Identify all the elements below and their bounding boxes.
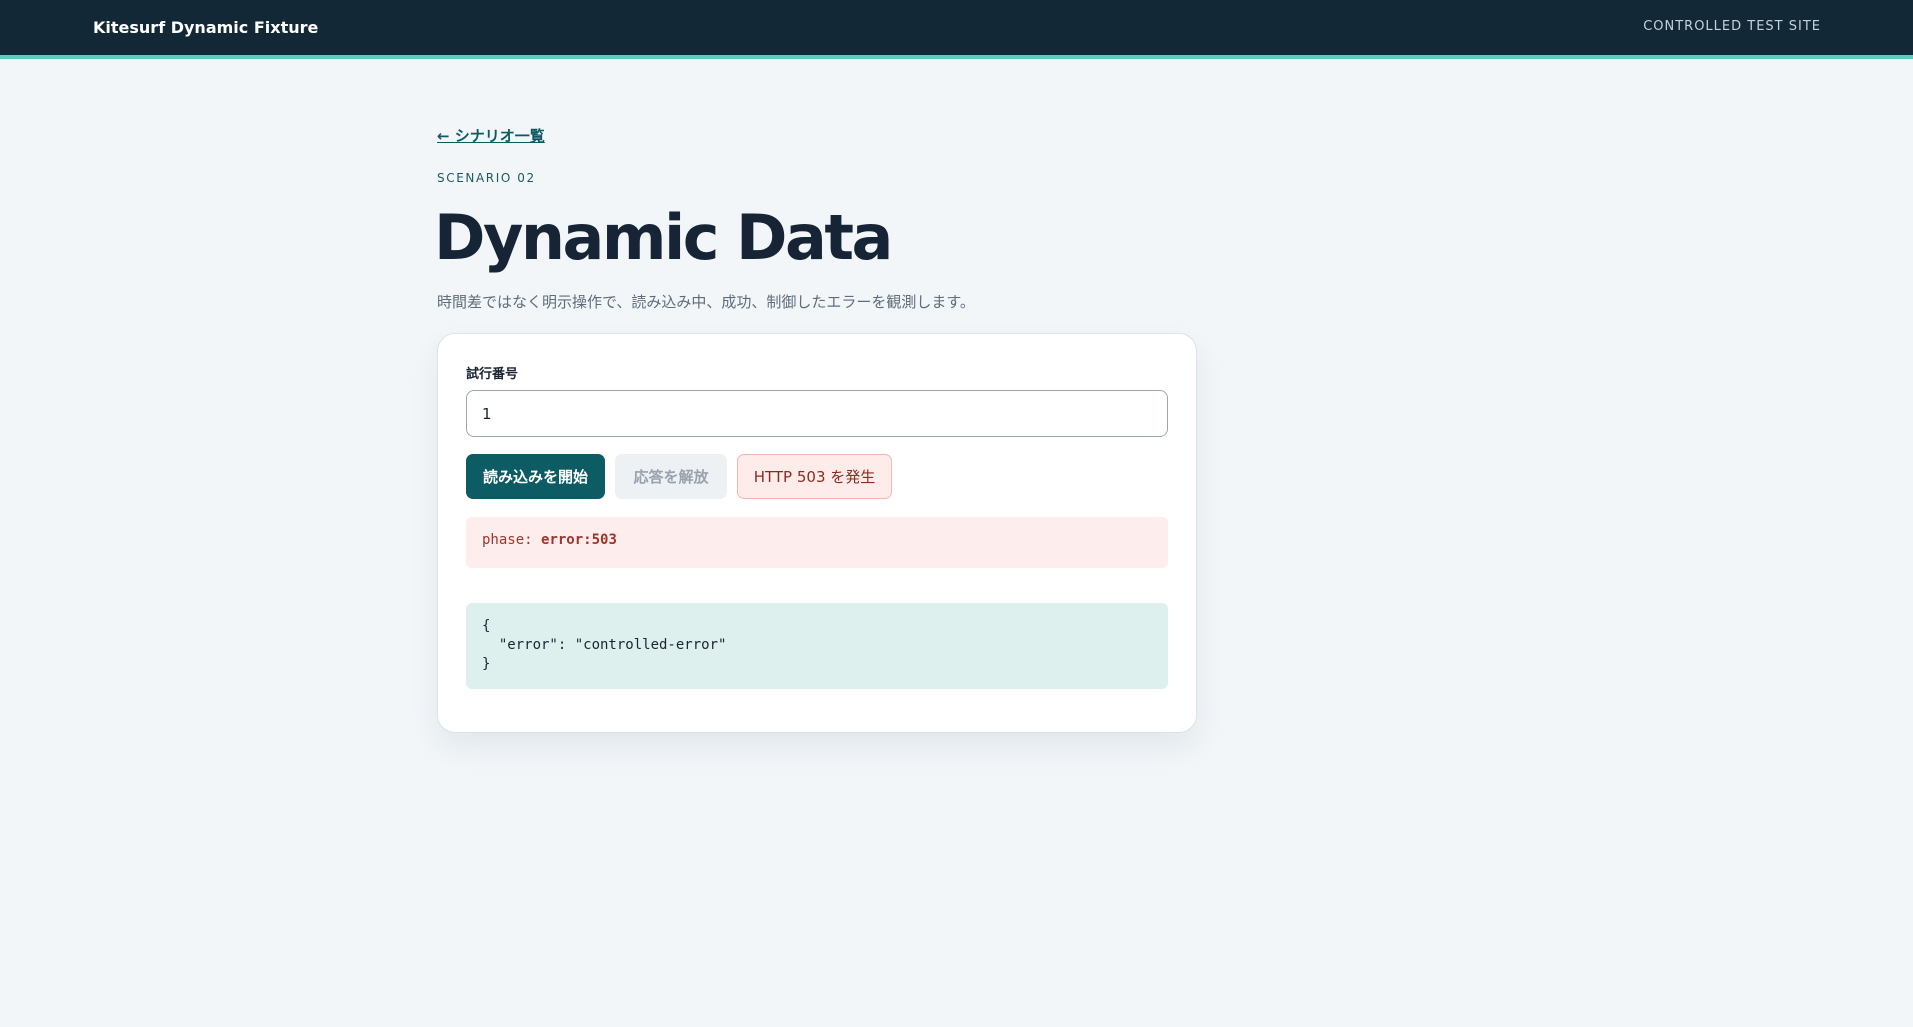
scenario-number: SCENARIO 02: [437, 171, 536, 185]
start-loading-button[interactable]: 読み込みを開始: [466, 454, 605, 499]
phase-status: phase: error:503: [466, 517, 1168, 568]
page-title: Dynamic Data: [434, 201, 893, 274]
release-response-button[interactable]: 応答を解放: [615, 454, 727, 499]
brand-title: Kitesurf Dynamic Fixture: [93, 18, 319, 37]
trial-number-input[interactable]: [466, 390, 1168, 437]
page-description: 時間差ではなく明示操作で、読み込み中、成功、制御したエラーを観測します。: [437, 293, 975, 311]
phase-key: phase:: [482, 532, 542, 548]
response-json: { "error": "controlled-error" }: [466, 603, 1168, 689]
trigger-http-503-button[interactable]: HTTP 503 を発生: [737, 454, 892, 499]
phase-value: error:503: [541, 532, 617, 548]
site-label: CONTROLLED TEST SITE: [1643, 19, 1821, 34]
scenario-card: 試行番号 読み込みを開始 応答を解放 HTTP 503 を発生 phase: e…: [437, 333, 1197, 733]
trial-number-label: 試行番号: [466, 367, 519, 382]
top-bar: Kitesurf Dynamic Fixture CONTROLLED TEST…: [0, 0, 1913, 59]
back-to-scenarios-link[interactable]: ← シナリオ一覧: [437, 125, 545, 146]
